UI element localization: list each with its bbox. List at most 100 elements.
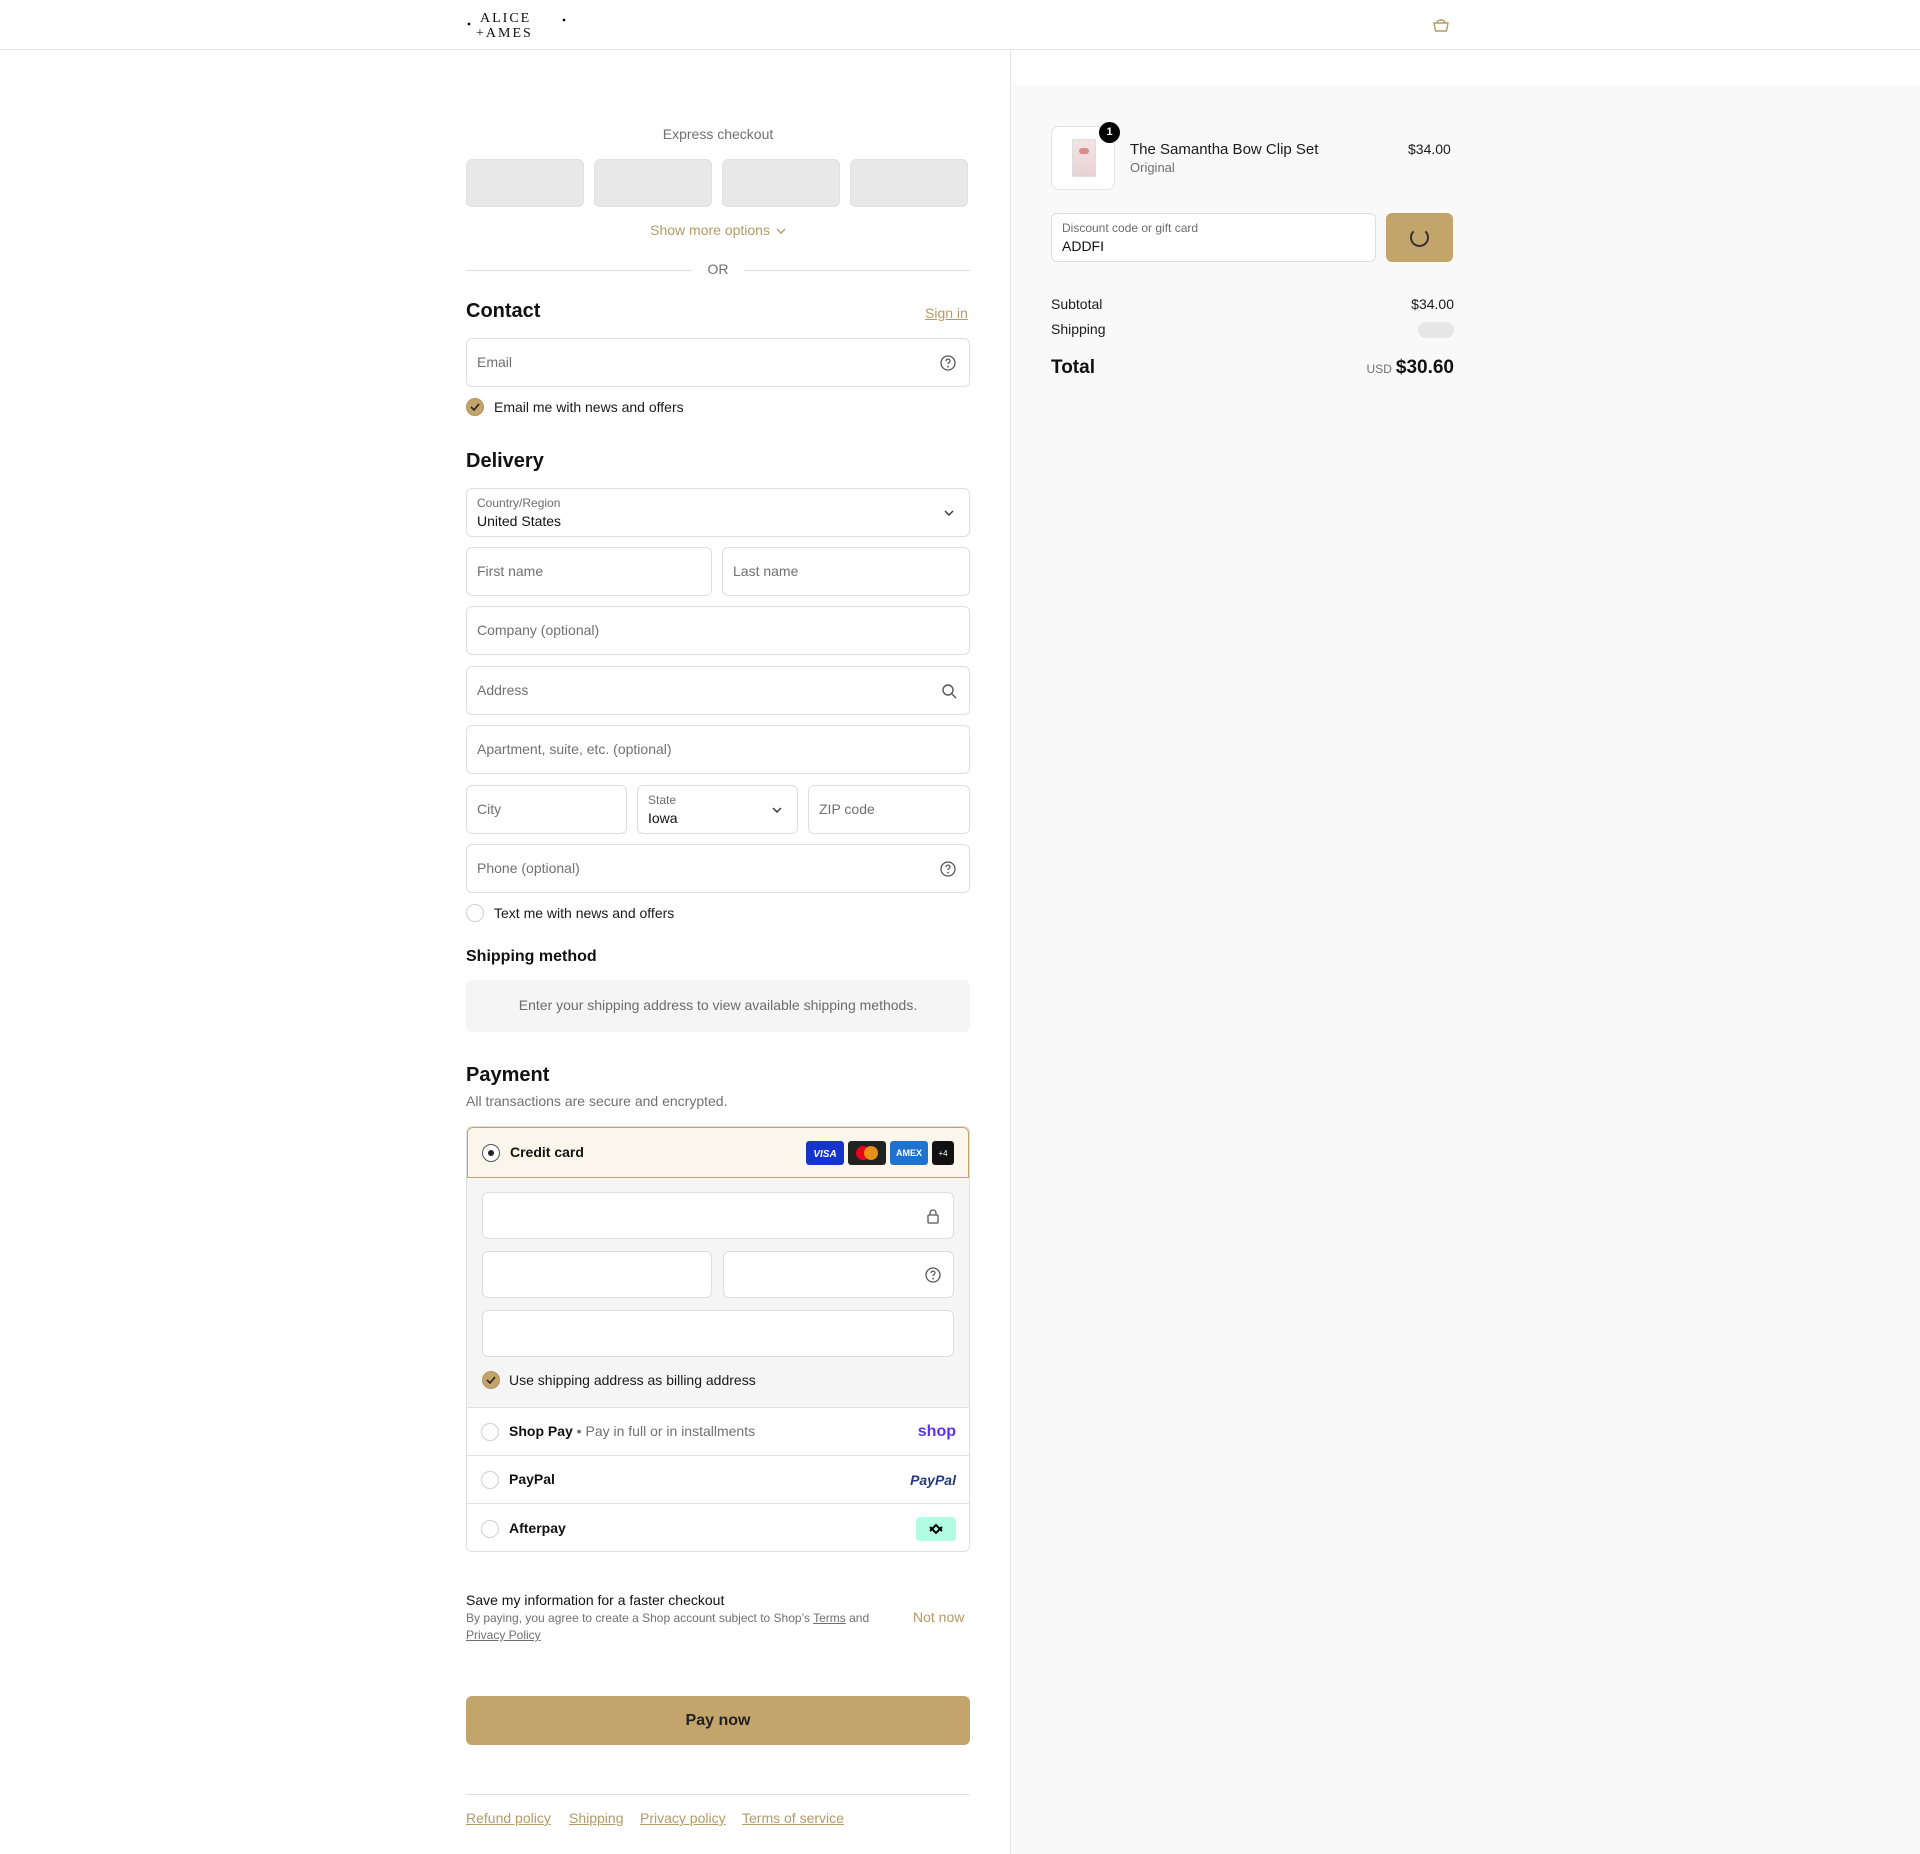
show-more-label: Show more options [650,222,770,238]
company-field[interactable]: Company (optional) [466,606,970,655]
help-icon[interactable] [938,859,958,879]
phone-field[interactable]: Phone (optional) [466,844,970,893]
total-amount: USD $30.60 [1367,357,1454,379]
name-on-card-field[interactable] [482,1310,954,1357]
first-name-field[interactable]: First name [466,547,712,596]
first-name-placeholder: First name [477,563,544,579]
credit-card-radio[interactable] [482,1144,500,1162]
state-value: Iowa [648,810,678,826]
amex-text: AMEX [896,1148,922,1158]
city-field[interactable]: City [466,785,627,834]
footer-link-privacy-policy[interactable]: Privacy policy [640,1810,726,1826]
state-label: State [648,793,677,807]
address-field[interactable]: Address [466,666,970,715]
delivery-heading: Delivery [466,450,544,472]
sms-checkbox[interactable] [466,904,484,922]
billing-same-checkbox[interactable] [482,1371,500,1389]
shop-pay-radio[interactable] [481,1423,499,1441]
quantity-badge: 1 [1099,122,1120,143]
state-select[interactable]: State Iowa [637,785,798,834]
footer-link-shipping[interactable]: Shipping [569,1810,624,1826]
shipping-loading-placeholder [1418,322,1454,338]
payment-option-afterpay[interactable]: Afterpay [467,1504,969,1551]
brand-logo[interactable]: ALICE +AMES [466,8,570,40]
sign-in-link[interactable]: Sign in [925,305,968,321]
security-code-field[interactable] [723,1251,954,1298]
zip-field[interactable]: ZIP code [808,785,970,834]
apartment-placeholder: Apartment, suite, etc. (optional) [477,741,672,757]
shop-pay-logo: shop [917,1423,956,1440]
express-button-2[interactable] [594,159,712,207]
help-icon[interactable] [938,353,958,373]
payment-heading: Payment [466,1064,550,1086]
footer-divider [466,1794,970,1795]
legal-prefix: By paying, you agree to create a Shop ac… [466,1611,814,1625]
contact-heading: Contact [466,300,541,322]
checkmark-icon [470,403,480,412]
total-currency: USD [1366,362,1392,376]
credit-card-label: Credit card [510,1144,584,1160]
footer-link-refund-policy[interactable]: Refund policy [466,1810,551,1826]
more-cards-text: +4 [938,1149,948,1158]
company-placeholder: Company (optional) [477,622,600,638]
product-variant: Original [1130,160,1175,175]
afterpay-logo [916,1517,956,1541]
amex-icon: AMEX [890,1141,928,1165]
payment-subtitle: All transactions are secure and encrypte… [466,1093,728,1109]
payment-option-shop-pay[interactable]: Shop Pay • Pay in full or in installment… [467,1408,969,1456]
shipping-method-heading: Shipping method [466,948,597,965]
email-field[interactable]: Email [466,338,970,387]
afterpay-label: Afterpay [509,1520,566,1536]
lock-icon [927,1209,939,1224]
express-button-3[interactable] [722,159,840,207]
svg-text:+AMES: +AMES [476,26,533,40]
paypal-label: PayPal [509,1471,555,1487]
last-name-placeholder: Last name [733,563,799,579]
expiration-date-field[interactable] [482,1251,712,1298]
header: ALICE +AMES [0,0,1920,50]
newsletter-label: Email me with news and offers [494,399,684,415]
cart-icon[interactable] [1430,14,1452,36]
loading-spinner-icon [1410,228,1429,247]
afterpay-radio[interactable] [481,1520,499,1538]
paypal-radio[interactable] [481,1471,499,1489]
privacy-policy-link[interactable]: Privacy Policy [466,1628,541,1642]
help-icon[interactable] [923,1265,943,1285]
country-value: United States [477,513,562,529]
discount-code-field[interactable]: Discount code or gift card ADDFI [1051,213,1376,262]
payment-option-paypal[interactable]: PayPal PayPal [467,1456,969,1504]
mastercard-icon [848,1141,886,1165]
apartment-field[interactable]: Apartment, suite, etc. (optional) [466,725,970,774]
last-name-field[interactable]: Last name [722,547,970,596]
visa-icon: VISA [806,1141,844,1165]
country-select[interactable]: Country/Region United States [466,488,970,537]
discount-input[interactable]: ADDFI [1062,238,1104,254]
subtotal-label: Subtotal [1051,296,1103,312]
chevron-down-icon [772,807,782,813]
pay-now-button[interactable]: Pay now [466,1696,970,1745]
newsletter-checkbox[interactable] [466,398,484,416]
chevron-down-icon [776,228,786,234]
card-number-field[interactable] [482,1192,954,1239]
paypal-logo: PayPal [910,1472,956,1488]
express-button-4[interactable] [850,159,968,207]
discount-label: Discount code or gift card [1062,221,1199,235]
payment-option-credit-card[interactable]: Credit card VISA AMEX +4 [467,1127,969,1178]
save-info-title: Save my information for a faster checkou… [466,1592,725,1608]
shop-pay-name: Shop Pay [509,1423,573,1439]
terms-link[interactable]: Terms [813,1611,846,1625]
email-placeholder: Email [477,354,513,370]
svg-text:ALICE: ALICE [480,11,531,26]
shipping-label: Shipping [1051,321,1106,337]
sms-label: Text me with news and offers [494,905,675,921]
phone-placeholder: Phone (optional) [477,860,580,876]
country-label: Country/Region [477,496,561,510]
or-divider-text: OR [707,261,729,277]
apply-discount-button[interactable] [1386,213,1453,262]
footer-link-terms-of-service[interactable]: Terms of service [742,1810,844,1826]
not-now-button[interactable]: Not now [913,1609,964,1625]
express-button-1[interactable] [466,159,584,207]
show-more-options-link[interactable]: Show more options [466,222,970,238]
shipping-method-message: Enter your shipping address to view avai… [518,997,918,1013]
checkmark-icon [486,1376,496,1385]
